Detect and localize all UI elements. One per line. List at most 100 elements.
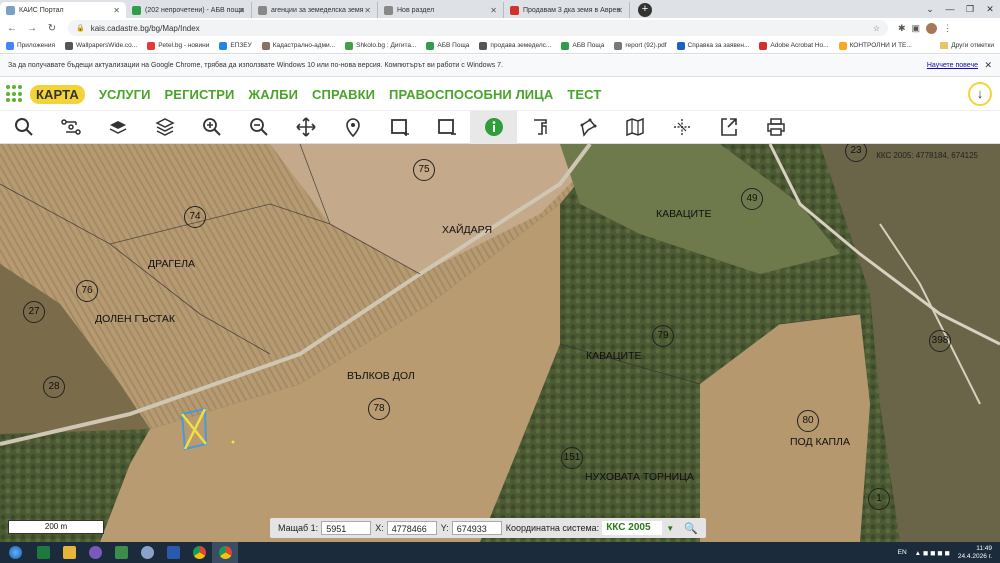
clock[interactable]: 11:49 24.4.2026 г. [958, 545, 992, 561]
close-tab-icon[interactable]: ✕ [616, 6, 623, 15]
polygon-icon[interactable] [564, 111, 611, 144]
browser-tab[interactable]: Продавам 3 дка земя в Аврен ✕ [504, 2, 630, 18]
forward-icon[interactable]: → [24, 23, 40, 34]
other-bookmarks[interactable]: Други отметки [940, 42, 994, 49]
parcel-number[interactable]: 27 [23, 301, 45, 323]
bookmark-item[interactable]: продава земеделс... [479, 41, 551, 50]
print-icon[interactable] [752, 111, 799, 144]
learn-more-link[interactable]: Научете повече [927, 62, 978, 69]
menu-map[interactable]: КАРТА [30, 84, 85, 104]
close-tab-icon[interactable]: ✕ [364, 6, 371, 15]
profile-avatar[interactable] [926, 22, 938, 34]
close-infobar-icon[interactable]: ✕ [984, 60, 992, 71]
bookmark-item[interactable]: Кадастрално-адми... [261, 41, 335, 50]
location-pin-icon[interactable] [329, 111, 376, 144]
measure-icon[interactable] [658, 111, 705, 144]
browser-tab[interactable]: агенции за земеделска земя ✕ [252, 2, 378, 18]
chrome-icon[interactable] [186, 542, 212, 563]
x-label: X: [375, 523, 384, 533]
apps-grid-icon[interactable] [6, 85, 24, 103]
parcel-number[interactable]: 75 [413, 159, 435, 181]
satellite-map[interactable]: ККС 2005: 4778184, 674125 ХАЙДАРЯ КАВАЦИ… [0, 144, 1000, 542]
parcel-number[interactable]: 74 [184, 206, 206, 228]
parcel-number[interactable]: 28 [43, 376, 65, 398]
x-input[interactable]: 4778466 [386, 521, 437, 535]
close-tab-icon[interactable]: ✕ [238, 6, 245, 15]
coordinate-system-select[interactable]: ККС 2005 [602, 521, 663, 535]
bookmark-item[interactable]: ЕПЗЕУ [219, 41, 252, 50]
tab-search-icon[interactable]: ⌄ [920, 4, 940, 15]
word-icon[interactable] [160, 542, 186, 563]
bookmark-item[interactable]: Adobe Acrobat Ho... [759, 41, 829, 50]
parcel-number[interactable]: 49 [741, 188, 763, 210]
bookmark-item[interactable]: report (92).pdf [614, 41, 667, 50]
menu-kebab-icon[interactable]: ⋮ [943, 23, 952, 34]
dropdown-arrow-icon[interactable]: ▼ [666, 524, 674, 533]
back-icon[interactable]: ← [4, 23, 20, 34]
zoom-in-icon[interactable] [188, 111, 235, 144]
reading-list-icon[interactable]: ▣ [912, 23, 921, 34]
clear-selection-icon[interactable] [423, 111, 470, 144]
excel-icon[interactable] [30, 542, 56, 563]
scale-input[interactable]: 5951 [321, 521, 372, 535]
info-icon[interactable] [470, 110, 517, 144]
menu-services[interactable]: УСЛУГИ [99, 87, 151, 102]
parcel-number[interactable]: 80 [797, 410, 819, 432]
bookmark-item[interactable]: АБВ Поща [426, 41, 469, 50]
close-window-icon[interactable]: ✕ [980, 4, 1000, 15]
browser-tab[interactable]: (202 непрочетени) - АБВ поща ✕ [126, 2, 252, 18]
minimize-icon[interactable]: — [940, 4, 960, 14]
extension-icon[interactable]: ✱ [898, 23, 906, 34]
parcel-number[interactable]: 79 [652, 325, 674, 347]
select-area-icon[interactable] [376, 111, 423, 144]
route-icon[interactable] [47, 111, 94, 144]
y-input[interactable]: 674933 [451, 521, 502, 535]
layers-stack-icon[interactable] [141, 111, 188, 144]
parcel-number[interactable]: 398 [929, 330, 951, 352]
bookmark-star-icon[interactable]: ☆ [873, 24, 880, 33]
place-label: ПОД КАПЛА [790, 436, 850, 448]
chrome-icon[interactable] [212, 542, 238, 563]
browser-icon[interactable] [134, 542, 160, 563]
parcel-number[interactable]: 76 [76, 280, 98, 302]
start-button[interactable] [0, 542, 30, 563]
menu-complaints[interactable]: ЖАЛБИ [248, 87, 298, 102]
place-label: НУХОВАТА ТОРНИЦА [585, 471, 694, 483]
menu-test[interactable]: ТЕСТ [567, 87, 601, 102]
bookmark-item[interactable]: АБВ Поща [561, 41, 604, 50]
maximize-icon[interactable]: ❐ [960, 4, 980, 15]
search-icon[interactable] [0, 111, 47, 144]
parcel-number[interactable]: 151 [561, 447, 583, 469]
url-field[interactable]: 🔒 kais.cadastre.bg/bg/Map/Index ☆ [68, 20, 888, 36]
bookmark-item[interactable]: Shkolo.bg : Дигита... [345, 41, 416, 50]
browser-tab[interactable]: Нов раздел ✕ [378, 2, 504, 18]
browser-tab[interactable]: КАИС Портал ✕ [0, 2, 126, 18]
pan-icon[interactable] [282, 111, 329, 144]
building-icon[interactable] [517, 111, 564, 144]
parcel-number[interactable]: 1 [868, 488, 890, 510]
export-icon[interactable] [705, 111, 752, 144]
zoom-out-icon[interactable] [235, 111, 282, 144]
download-icon[interactable]: ↓ [968, 82, 992, 106]
app-icon[interactable] [108, 542, 134, 563]
close-tab-icon[interactable]: ✕ [113, 6, 120, 15]
bookmark-item[interactable]: Приложения [6, 41, 55, 50]
menu-registers[interactable]: РЕГИСТРИ [165, 87, 235, 102]
bookmark-item[interactable]: Petel.bg - новини [147, 41, 209, 50]
search-coordinates-icon[interactable]: 🔍 [684, 522, 698, 535]
reload-icon[interactable]: ↻ [44, 23, 60, 34]
layers-icon[interactable] [94, 111, 141, 144]
menu-licensed-persons[interactable]: ПРАВОСПОСОБНИ ЛИЦА [389, 87, 553, 102]
new-tab-button[interactable]: + [638, 3, 652, 17]
map-icon[interactable] [611, 111, 658, 144]
tray-icons[interactable]: ▲ ◼ ◼ ◼ ◼ [915, 549, 950, 557]
language-indicator[interactable]: EN [898, 549, 907, 556]
file-explorer-icon[interactable] [56, 542, 82, 563]
viber-icon[interactable] [82, 542, 108, 563]
bookmark-item[interactable]: КОНТРОЛНИ И ТЕ... [838, 41, 912, 50]
close-tab-icon[interactable]: ✕ [490, 6, 497, 15]
parcel-number[interactable]: 78 [368, 398, 390, 420]
bookmark-item[interactable]: Справка за заявен... [676, 41, 749, 50]
bookmark-item[interactable]: WallpapersWide.co... [65, 41, 137, 50]
menu-references[interactable]: СПРАВКИ [312, 87, 375, 102]
